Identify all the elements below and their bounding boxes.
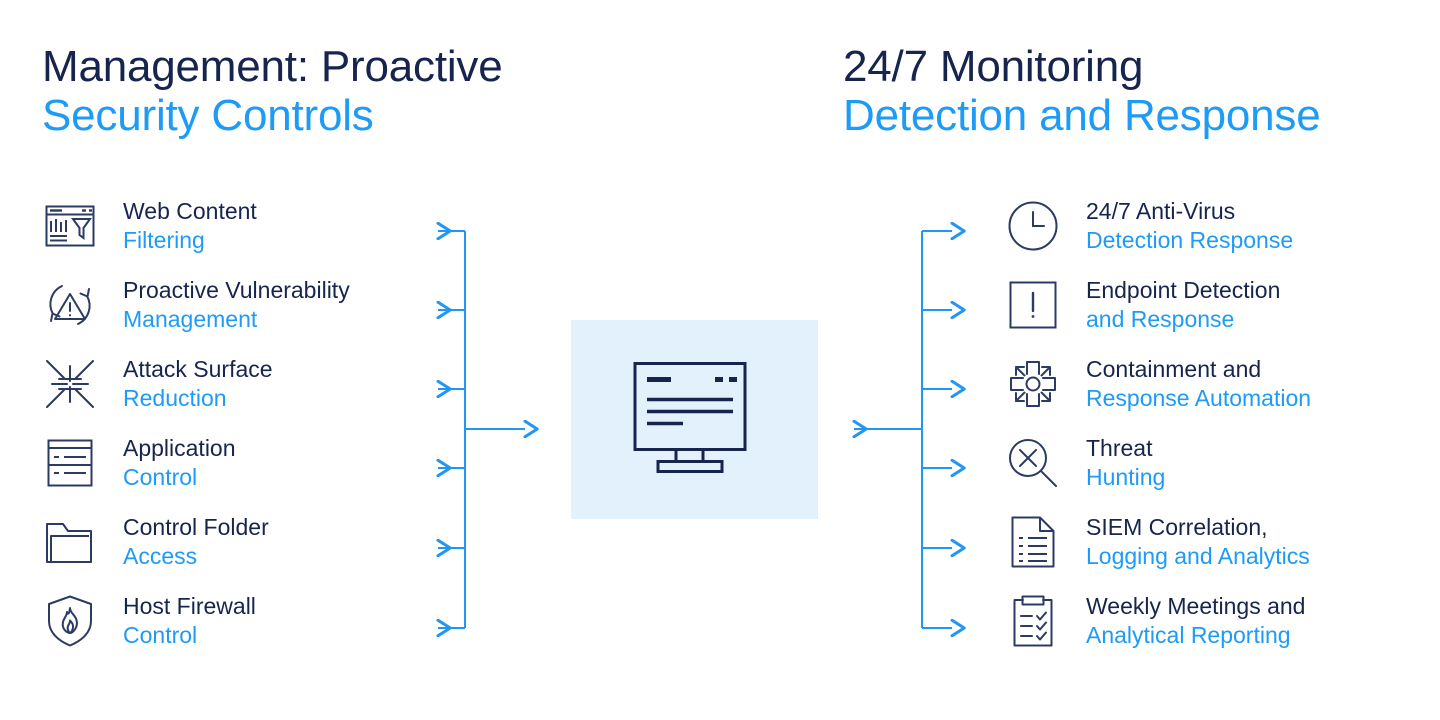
list-item-threat-hunting: Threat Hunting [1005, 433, 1405, 512]
list-item-line-2: Management [123, 305, 258, 332]
list-item-line-2: Detection Response [1086, 226, 1294, 253]
left-heading-line-1: Management: Proactive [42, 42, 503, 91]
list-item-anti-virus-detection-response: 24/7 Anti-Virus Detection Response [1005, 196, 1405, 275]
list-item-line-2: Reduction [123, 384, 227, 411]
list-item-proactive-vulnerability-management: Proactive Vulnerability Management [42, 275, 442, 354]
list-item-control-folder-access: Control Folder Access [42, 512, 442, 591]
list-item-line-1: Containment and [1086, 356, 1262, 382]
application-list-icon [42, 435, 98, 491]
list-item-text: Weekly Meetings and Analytical Reporting [1086, 591, 1305, 650]
list-item-line-1: Host Firewall [123, 593, 256, 619]
list-item-line-1: Threat [1086, 435, 1153, 461]
list-item-text: Web Content Filtering [123, 196, 257, 255]
center-panel [571, 320, 818, 519]
right-heading-line-1: 24/7 Monitoring [843, 42, 1144, 91]
list-item-text: Control Folder Access [123, 512, 269, 571]
document-list-icon [1005, 514, 1061, 570]
list-item-line-2: Control [123, 463, 198, 490]
shield-flame-icon [42, 593, 98, 649]
list-item-text: Application Control [123, 433, 236, 492]
list-item-line-1: Proactive Vulnerability [123, 277, 350, 303]
attack-surface-arrows-icon [42, 356, 98, 412]
clipboard-check-icon [1005, 593, 1061, 649]
threat-magnifier-icon [1005, 435, 1061, 491]
list-item-line-1: Weekly Meetings and [1086, 593, 1306, 619]
left-controls-list: Web Content Filtering Proactive Vulnerab… [42, 196, 442, 670]
right-monitoring-list: 24/7 Anti-Virus Detection Response Endpo… [1005, 196, 1405, 670]
list-item-line-2: Response Automation [1086, 384, 1312, 411]
list-item-line-2: Analytical Reporting [1086, 621, 1291, 648]
list-item-line-1: Web Content [123, 198, 257, 224]
list-item-text: Threat Hunting [1086, 433, 1165, 492]
monitor-icon [633, 361, 757, 478]
list-item-web-content-filtering: Web Content Filtering [42, 196, 442, 275]
right-heading: 24/7 Monitoring Detection and Response [843, 42, 1321, 141]
web-content-filtering-icon [42, 198, 98, 254]
folder-icon [42, 514, 98, 570]
list-item-line-2: and Response [1086, 305, 1235, 332]
list-item-application-control: Application Control [42, 433, 442, 512]
list-item-text: 24/7 Anti-Virus Detection Response [1086, 196, 1293, 255]
left-heading-line-2: Security Controls [42, 91, 374, 141]
list-item-siem-correlation-logging-analytics: SIEM Correlation, Logging and Analytics [1005, 512, 1405, 591]
list-item-text: Endpoint Detection and Response [1086, 275, 1280, 334]
list-item-line-2: Control [123, 621, 198, 648]
infographic-canvas: Management: Proactive Security Controls … [0, 0, 1440, 720]
list-item-line-1: Attack Surface [123, 356, 273, 382]
list-item-line-1: SIEM Correlation, [1086, 514, 1268, 540]
list-item-line-2: Logging and Analytics [1086, 542, 1310, 569]
list-item-line-1: Control Folder [123, 514, 269, 540]
list-item-line-2: Filtering [123, 226, 205, 253]
list-item-host-firewall-control: Host Firewall Control [42, 591, 442, 670]
list-item-line-1: Endpoint Detection [1086, 277, 1281, 303]
containment-burst-icon [1005, 356, 1061, 412]
right-heading-line-2: Detection and Response [843, 91, 1321, 141]
list-item-line-2: Access [123, 542, 198, 569]
list-item-text: SIEM Correlation, Logging and Analytics [1086, 512, 1310, 571]
list-item-weekly-meetings-analytical-reporting: Weekly Meetings and Analytical Reporting [1005, 591, 1405, 670]
list-item-endpoint-detection-and-response: Endpoint Detection and Response [1005, 275, 1405, 354]
list-item-line-1: Application [123, 435, 236, 461]
list-item-containment-response-automation: Containment and Response Automation [1005, 354, 1405, 433]
list-item-text: Attack Surface Reduction [123, 354, 273, 413]
list-item-text: Host Firewall Control [123, 591, 256, 650]
left-heading: Management: Proactive Security Controls [42, 42, 503, 141]
list-item-line-1: 24/7 Anti-Virus [1086, 198, 1236, 224]
alert-square-icon [1005, 277, 1061, 333]
vulnerability-warning-icon [42, 277, 98, 333]
list-item-line-2: Hunting [1086, 463, 1166, 490]
list-item-attack-surface-reduction: Attack Surface Reduction [42, 354, 442, 433]
clock-icon [1005, 198, 1061, 254]
list-item-text: Proactive Vulnerability Management [123, 275, 350, 334]
list-item-text: Containment and Response Automation [1086, 354, 1311, 413]
